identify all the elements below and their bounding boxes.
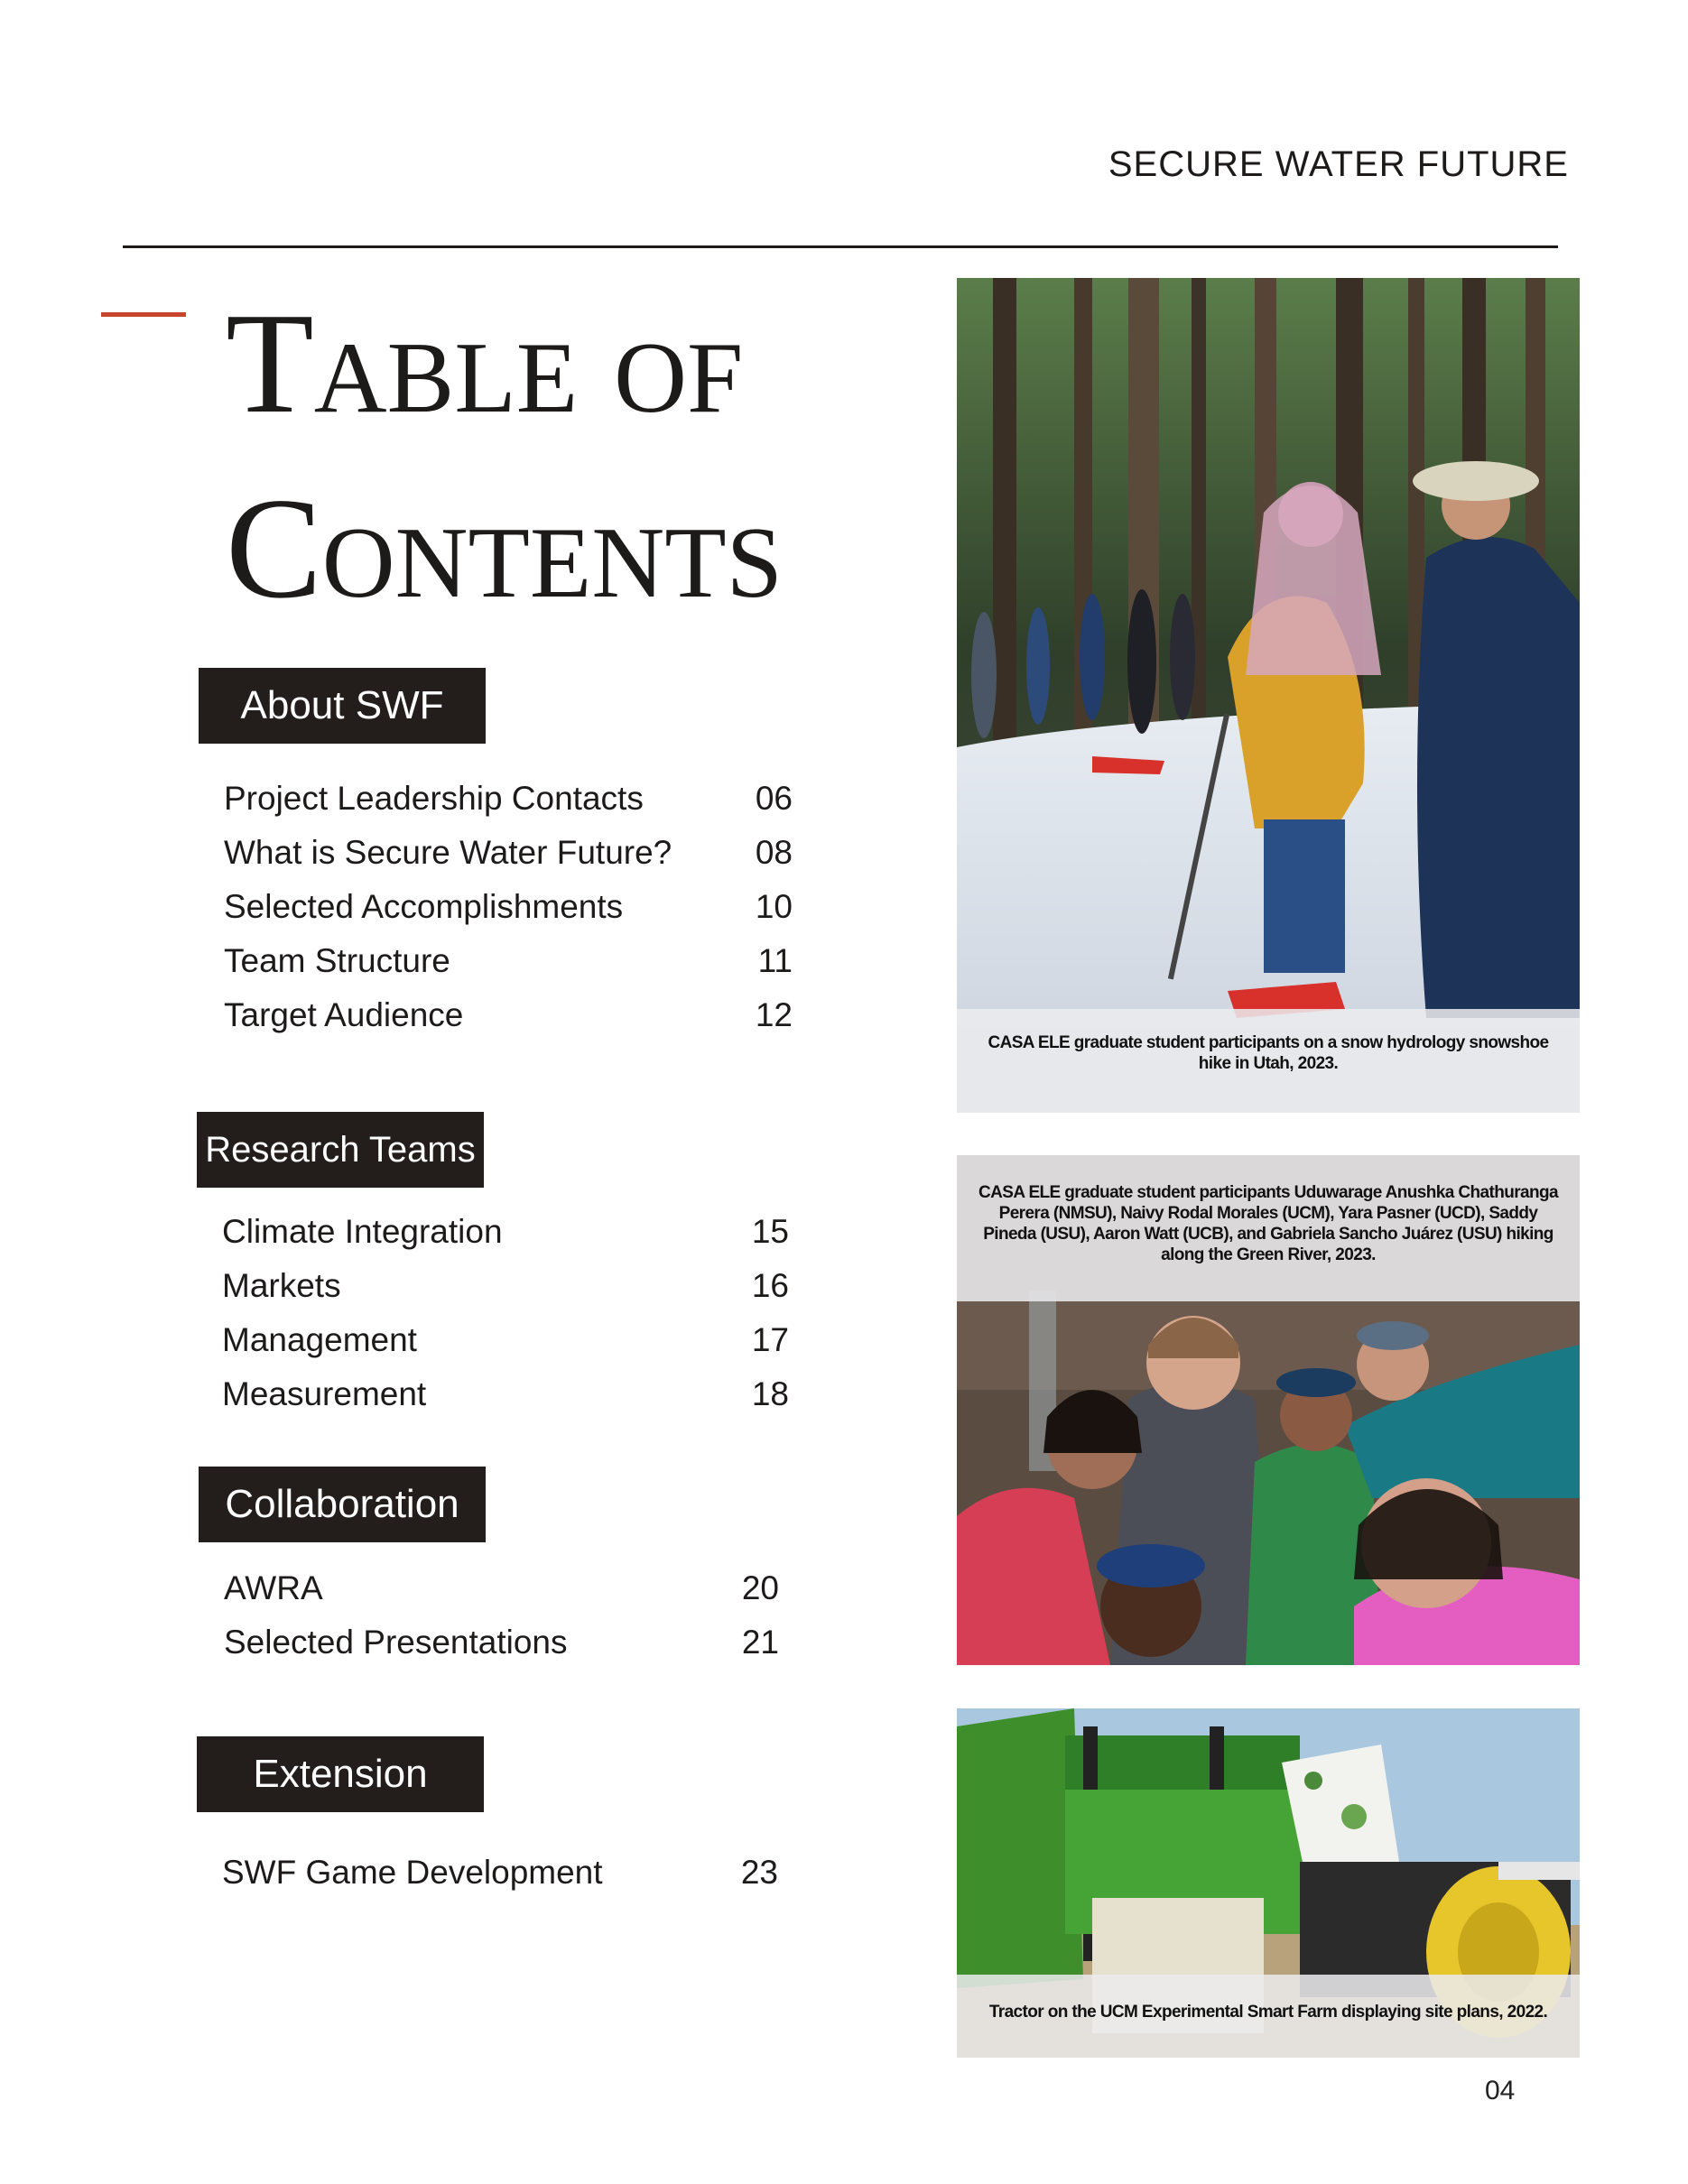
toc-entry-page: 21 [741,1624,779,1661]
photo-green-river-hike: CASA ELE graduate student participants U… [957,1155,1580,1665]
toc-entry-page: 17 [751,1321,789,1358]
section-label-research-teams: Research Teams [197,1112,484,1188]
toc-list-research-teams: Climate Integration 15 Markets 16 Manage… [222,1205,789,1421]
toc-entry-page: 12 [755,996,793,1033]
toc-entry[interactable]: Measurement 18 [222,1367,789,1421]
toc-entry-page: 08 [755,834,793,871]
section-label-extension: Extension [197,1736,484,1812]
toc-entry-page: 23 [740,1854,778,1891]
running-header: SECURE WATER FUTURE [1108,144,1569,184]
toc-entry[interactable]: Selected Accomplishments 10 [224,880,793,934]
toc-entry-page: 11 [757,942,793,979]
toc-entry-label: Selected Accomplishments [224,888,624,925]
photo-snowshoe-hike: CASA ELE graduate student participants o… [957,278,1580,1113]
toc-entry[interactable]: Project Leadership Contacts 06 [224,772,793,826]
toc-entry-label: Management [222,1321,417,1358]
toc-entry-label: Target Audience [224,996,464,1033]
title-line-1: Table of [226,282,744,443]
accent-dash [101,312,186,317]
toc-entry[interactable]: Team Structure 11 [224,934,793,988]
toc-entry-label: Team Structure [224,942,450,979]
toc-entry[interactable]: What is Secure Water Future? 08 [224,826,793,880]
section-label-collaboration: Collaboration [199,1467,486,1542]
photo-smart-farm-tractor: Tractor on the UCM Experimental Smart Fa… [957,1708,1580,2058]
title-line-2: Contents [226,467,783,628]
toc-entry-label: Measurement [222,1375,427,1412]
toc-list-extension: SWF Game Development 23 [222,1846,778,1900]
photo-caption: CASA ELE graduate student participants o… [957,1009,1580,1113]
header-divider [123,245,1558,248]
toc-entry-page: 06 [755,780,793,817]
toc-entry[interactable]: Markets 16 [222,1259,789,1313]
page-number: 04 [1485,2076,1516,2105]
toc-list-collaboration: AWRA 20 Selected Presentations 21 [224,1561,779,1670]
toc-entry-page: 18 [751,1375,789,1412]
toc-entry-label: Climate Integration [222,1213,503,1250]
toc-entry-label: Project Leadership Contacts [224,780,644,817]
toc-entry-page: 20 [741,1569,779,1606]
photo-caption: CASA ELE graduate student participants U… [957,1155,1580,1301]
toc-entry-label: AWRA [224,1569,323,1606]
toc-entry[interactable]: Target Audience 12 [224,988,793,1042]
toc-entry-label: Selected Presentations [224,1624,568,1661]
toc-entry[interactable]: SWF Game Development 23 [222,1846,778,1900]
toc-entry-page: 10 [755,888,793,925]
toc-entry[interactable]: AWRA 20 [224,1561,779,1615]
section-label-about-swf: About SWF [199,668,486,744]
toc-entry-label: SWF Game Development [222,1854,603,1891]
toc-entry-page: 16 [751,1267,789,1304]
toc-entry[interactable]: Selected Presentations 21 [224,1615,779,1670]
snowshoe-hike-image [957,278,1580,1113]
toc-entry-label: Markets [222,1267,341,1304]
toc-list-about-swf: Project Leadership Contacts 06 What is S… [224,772,793,1042]
toc-entry-label: What is Secure Water Future? [224,834,672,871]
toc-entry[interactable]: Management 17 [222,1313,789,1367]
toc-entry[interactable]: Climate Integration 15 [222,1205,789,1259]
toc-entry-page: 15 [751,1213,789,1250]
page-title: Table of Contents [226,271,876,641]
photo-caption: Tractor on the UCM Experimental Smart Fa… [957,1975,1580,2058]
